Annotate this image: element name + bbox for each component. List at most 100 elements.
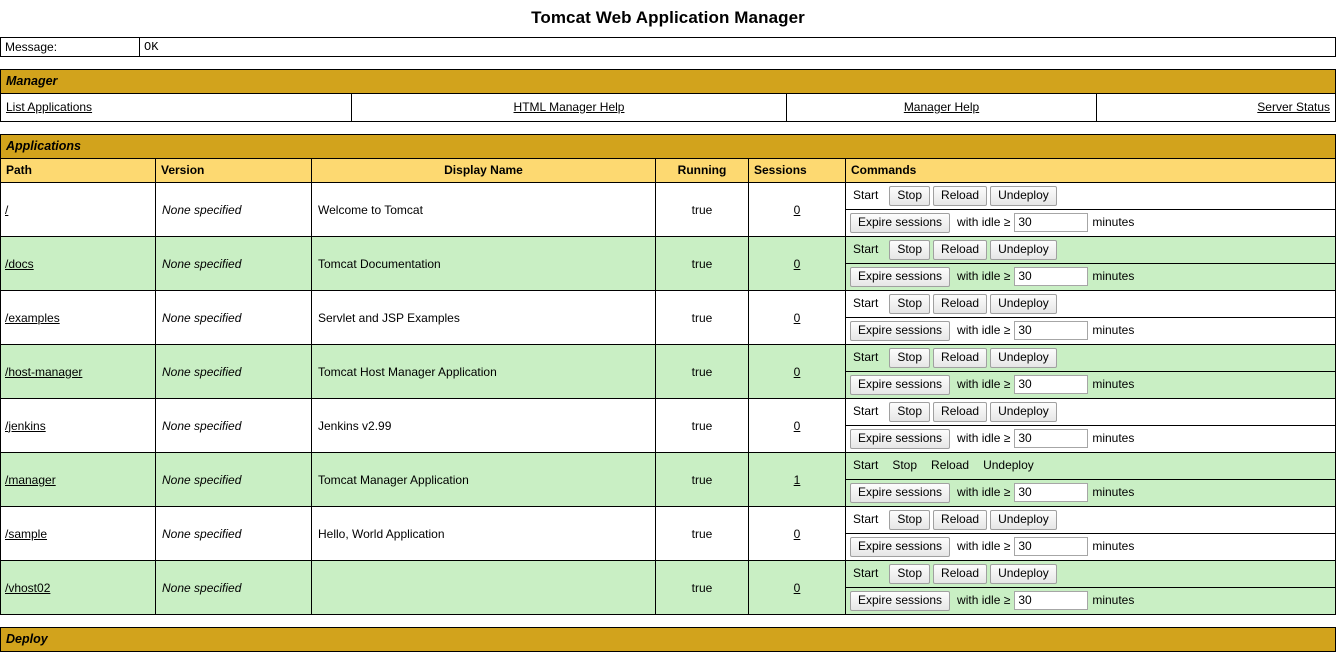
link-app-path[interactable]: /jenkins (5, 419, 46, 433)
link-app-path[interactable]: /host-manager (5, 365, 82, 379)
expire-sessions-row: Expire sessions with idle ≥ minutes (846, 318, 1335, 345)
expire-sessions-cell: Expire sessions with idle ≥ minutes (846, 588, 1335, 615)
column-header-commands: Commands (845, 158, 1336, 183)
idle-minutes-input[interactable] (1014, 321, 1089, 341)
expire-sessions-button[interactable]: Expire sessions (850, 375, 951, 395)
message-table: Message: OK (0, 37, 1336, 57)
stop-button[interactable]: Stop (889, 510, 931, 530)
start-button: Start (853, 350, 879, 364)
undeploy-button[interactable]: Undeploy (990, 402, 1057, 422)
idle-minutes-input[interactable] (1014, 429, 1089, 449)
stop-button[interactable]: Stop (889, 564, 931, 584)
stop-button[interactable]: Stop (889, 240, 931, 260)
nav-cell-list-applications[interactable]: List Applications (0, 93, 352, 122)
link-server-status[interactable]: Server Status (1257, 100, 1330, 114)
reload-button[interactable]: Reload (933, 186, 988, 206)
link-session-count[interactable]: 0 (794, 581, 801, 595)
idle-minutes-input[interactable] (1014, 591, 1089, 611)
stop-button[interactable]: Stop (889, 402, 931, 422)
undeploy-button[interactable]: Undeploy (990, 186, 1057, 206)
link-session-count[interactable]: 0 (794, 419, 801, 433)
undeploy-button[interactable]: Undeploy (990, 294, 1057, 314)
idle-minutes-input[interactable] (1014, 267, 1089, 287)
commands-buttons-row: Start Stop Reload Undeploy (846, 507, 1335, 534)
link-app-path[interactable]: /sample (5, 527, 47, 541)
cell-display-name: Tomcat Documentation (311, 236, 656, 291)
link-app-path[interactable]: /examples (5, 311, 60, 325)
expire-sessions-button[interactable]: Expire sessions (850, 213, 951, 233)
expire-sessions-row: Expire sessions with idle ≥ minutes (846, 426, 1335, 453)
commands-buttons-cell: Start Stop Reload Undeploy (846, 183, 1335, 210)
link-html-manager-help[interactable]: HTML Manager Help (514, 100, 625, 114)
reload-button[interactable]: Reload (933, 294, 988, 314)
minutes-label: minutes (1092, 485, 1135, 499)
with-idle-label: with idle ≥ (957, 215, 1011, 229)
commands-buttons-cell: Start Stop Reload Undeploy (846, 345, 1335, 372)
cell-commands: Start Stop Reload Undeploy Expire sessions wi… (845, 182, 1336, 237)
undeploy-button: Undeploy (983, 458, 1034, 472)
expire-sessions-button[interactable]: Expire sessions (850, 591, 951, 611)
undeploy-button[interactable]: Undeploy (990, 510, 1057, 530)
minutes-label: minutes (1092, 377, 1135, 391)
expire-sessions-button[interactable]: Expire sessions (850, 537, 951, 557)
commands-buttons-row: Start Stop Reload Undeploy (846, 291, 1335, 318)
cell-commands: Start Stop Reload Undeploy Expire sessions wi… (845, 290, 1336, 345)
link-app-path[interactable]: /manager (5, 473, 56, 487)
idle-minutes-input[interactable] (1014, 483, 1089, 503)
cell-version: None specified (155, 560, 312, 615)
commands-buttons-row: Start Stop Reload Undeploy (846, 183, 1335, 210)
with-idle-label: with idle ≥ (957, 377, 1011, 391)
link-session-count[interactable]: 0 (794, 203, 801, 217)
cell-path: / (0, 182, 156, 237)
link-manager-help[interactable]: Manager Help (904, 100, 979, 114)
commands-buttons-cell: Start Stop Reload Undeploy (846, 237, 1335, 264)
cell-version: None specified (155, 506, 312, 561)
idle-minutes-input[interactable] (1014, 375, 1089, 395)
reload-button[interactable]: Reload (933, 402, 988, 422)
commands-table: Start Stop Reload Undeploy Expire sessions wi… (846, 561, 1335, 614)
expire-sessions-cell: Expire sessions with idle ≥ minutes (846, 372, 1335, 399)
nav-cell-manager-help[interactable]: Manager Help (786, 93, 1097, 122)
reload-button[interactable]: Reload (933, 348, 988, 368)
column-header-path: Path (0, 158, 156, 183)
link-session-count[interactable]: 0 (794, 527, 801, 541)
idle-minutes-input[interactable] (1014, 537, 1089, 557)
commands-buttons-cell: Start Stop Reload Undeploy (846, 561, 1335, 588)
expire-sessions-row: Expire sessions with idle ≥ minutes (846, 264, 1335, 291)
expire-sessions-button[interactable]: Expire sessions (850, 321, 951, 341)
cell-commands: Start Stop Reload Undeploy Expire sessions wi… (845, 344, 1336, 399)
cell-display-name: Jenkins v2.99 (311, 398, 656, 453)
cell-path: /vhost02 (0, 560, 156, 615)
expire-sessions-button[interactable]: Expire sessions (850, 483, 951, 503)
link-app-path[interactable]: /docs (5, 257, 34, 271)
undeploy-button[interactable]: Undeploy (990, 240, 1057, 260)
minutes-label: minutes (1092, 269, 1135, 283)
minutes-label: minutes (1092, 539, 1135, 553)
undeploy-button[interactable]: Undeploy (990, 564, 1057, 584)
link-app-path[interactable]: / (5, 203, 8, 217)
stop-button[interactable]: Stop (889, 186, 931, 206)
cell-sessions: 1 (748, 452, 846, 507)
applications-header-row: Path Version Display Name Running Sessio… (0, 158, 1336, 183)
reload-button[interactable]: Reload (933, 240, 988, 260)
nav-cell-html-manager-help[interactable]: HTML Manager Help (351, 93, 787, 122)
link-app-path[interactable]: /vhost02 (5, 581, 50, 595)
expire-sessions-cell: Expire sessions with idle ≥ minutes (846, 264, 1335, 291)
reload-button[interactable]: Reload (933, 510, 988, 530)
reload-button[interactable]: Reload (933, 564, 988, 584)
link-session-count[interactable]: 0 (794, 365, 801, 379)
cell-version: None specified (155, 452, 312, 507)
undeploy-button[interactable]: Undeploy (990, 348, 1057, 368)
applications-section-header: Applications (0, 134, 1336, 158)
stop-button[interactable]: Stop (889, 348, 931, 368)
link-session-count[interactable]: 0 (794, 257, 801, 271)
expire-sessions-button[interactable]: Expire sessions (850, 429, 951, 449)
idle-minutes-input[interactable] (1014, 213, 1089, 233)
nav-cell-server-status[interactable]: Server Status (1096, 93, 1336, 122)
stop-button[interactable]: Stop (889, 294, 931, 314)
expire-sessions-button[interactable]: Expire sessions (850, 267, 951, 287)
link-session-count[interactable]: 1 (794, 473, 801, 487)
link-list-applications[interactable]: List Applications (6, 100, 92, 114)
link-session-count[interactable]: 0 (794, 311, 801, 325)
applications-table: Path Version Display Name Running Sessio… (0, 158, 1336, 615)
